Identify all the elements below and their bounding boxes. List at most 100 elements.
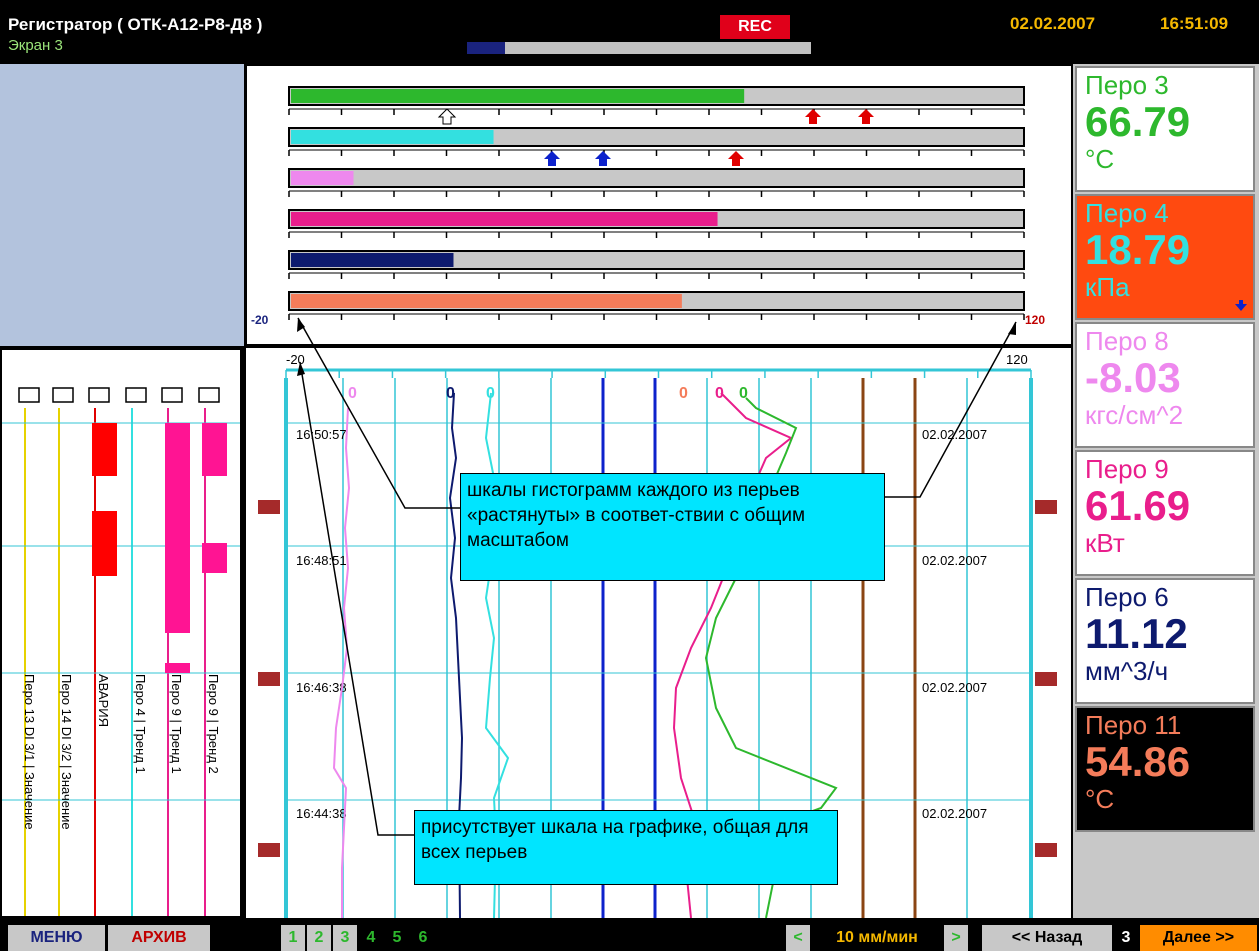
histogram-svg: -20 120: [251, 86, 1045, 327]
pen-name: Перо 8: [1085, 326, 1169, 356]
pen-marker: 0: [348, 385, 357, 402]
pen-name: Перо 9: [1085, 454, 1169, 484]
event-bar: [165, 423, 190, 633]
histogram-bar-fill: [291, 294, 682, 308]
pen-name: Перо 6: [1085, 582, 1169, 612]
pen-value: 18.79: [1085, 226, 1191, 273]
event-panel: Перо 13 DI 3/1 | Значение Перо 14 DI 3/2…: [0, 348, 244, 918]
pen-name: Перо 3: [1085, 70, 1169, 100]
speed-display: 10 мм/мин: [812, 925, 942, 951]
arrow-up-icon: [437, 108, 457, 125]
screen-button-3[interactable]: 3: [333, 925, 357, 951]
pen-value: 54.86: [1085, 738, 1191, 785]
row-marker: [258, 672, 280, 686]
screen-button-6[interactable]: 6: [411, 925, 435, 951]
trend-line-pen8: [332, 407, 351, 918]
pen-value: 61.69: [1085, 482, 1191, 529]
arrow-down-icon: [1235, 300, 1247, 311]
pen-unit: °C: [1085, 144, 1115, 174]
channel-label: Перо 9 | Тренд 2: [206, 674, 221, 774]
channel-label: Перо 13 DI 3/1 | Значение: [22, 674, 37, 830]
archive-progress-fill: [467, 42, 505, 54]
channel-label: Перо 4 | Тренд 1: [133, 674, 148, 774]
screen-button-5[interactable]: 5: [385, 925, 409, 951]
pen-value: 11.12: [1085, 610, 1188, 657]
pen-unit: кПа: [1085, 272, 1130, 302]
screen-button-4[interactable]: 4: [359, 925, 383, 951]
arrow-up-icon: [544, 151, 560, 166]
current-time: 16:51:09: [1160, 14, 1229, 33]
row-marker: [1035, 843, 1057, 857]
row-time: 16:50:57: [296, 427, 347, 442]
screen-button-1[interactable]: 1: [281, 925, 305, 951]
chart-scale-min: -20: [286, 352, 305, 367]
pen-panel[interactable]: Перо 11 54.86 °C: [1075, 706, 1255, 832]
row-date: 02.02.2007: [922, 553, 987, 568]
row-marker: [258, 500, 280, 514]
archive-progress-bar: [467, 42, 811, 54]
arrow-up-icon: [728, 151, 744, 166]
row-date: 02.02.2007: [922, 427, 987, 442]
channel-checkbox[interactable]: [198, 387, 220, 403]
channel-checkbox[interactable]: [88, 387, 110, 403]
screen-button-2[interactable]: 2: [307, 925, 331, 951]
speed-increase-button[interactable]: >: [944, 925, 968, 951]
archive-button[interactable]: АРХИВ: [108, 925, 210, 951]
rec-indicator: REC: [720, 15, 790, 39]
histogram-scale-min: -20: [251, 313, 269, 327]
pen-panel[interactable]: Перо 3 66.79 °C: [1075, 66, 1255, 192]
page-number: 3: [1114, 925, 1138, 951]
chart-scale-max: 120: [1006, 352, 1028, 367]
pen-panel[interactable]: Перо 4 18.79 кПа: [1075, 194, 1255, 320]
back-button[interactable]: << Назад: [982, 925, 1112, 951]
row-marker: [258, 843, 280, 857]
menu-button[interactable]: МЕНЮ: [8, 925, 105, 951]
pen-value: 66.79: [1085, 98, 1191, 145]
row-marker: [1035, 672, 1057, 686]
arrow-up-icon: [858, 109, 874, 124]
pen-panel[interactable]: Перо 6 11.12 мм^3/ч: [1075, 578, 1255, 704]
histogram-bar-fill: [291, 89, 745, 103]
event-bar: [92, 423, 117, 476]
pen-panel-list: Перо 3 66.79 °C Перо 4 18.79 кПа Перо 8 …: [1073, 64, 1259, 918]
channel-checkbox[interactable]: [125, 387, 147, 403]
event-bar: [92, 511, 117, 576]
pen-unit: кВт: [1085, 528, 1125, 558]
channel-checkbox[interactable]: [18, 387, 40, 403]
pen-name: Перо 4: [1085, 198, 1169, 228]
arrow-up-icon: [805, 109, 821, 124]
next-button[interactable]: Далее >>: [1140, 925, 1257, 951]
pen-unit: °C: [1085, 784, 1115, 814]
histogram-bar-fill: [291, 130, 494, 144]
row-date: 02.02.2007: [922, 806, 987, 821]
event-svg: [2, 350, 240, 916]
app-title: Регистратор ( ОТК-А12-Р8-Д8 ): [8, 15, 263, 34]
channel-checkbox[interactable]: [52, 387, 74, 403]
histogram-bar-fill: [291, 171, 354, 185]
empty-panel: [0, 64, 244, 346]
event-bar: [165, 663, 190, 673]
pen-name: Перо 11: [1085, 710, 1182, 740]
annotation-scales-note: шкалы гистограмм каждого из перьев «раст…: [460, 473, 885, 581]
row-date: 02.02.2007: [922, 680, 987, 695]
pen-unit: кгс/см^2: [1085, 400, 1184, 430]
pen-marker: 0: [679, 385, 688, 402]
event-bar: [202, 423, 227, 476]
histogram-bar-fill: [291, 253, 454, 267]
histogram-scale-max: 120: [1025, 313, 1045, 327]
arrow-up-icon: [595, 151, 611, 166]
speed-decrease-button[interactable]: <: [786, 925, 810, 951]
pen-value: -8.03: [1085, 354, 1181, 401]
row-time: 16:44:38: [296, 806, 347, 821]
channel-label: Перо 9 | Тренд 1: [169, 674, 184, 774]
histogram-bar-track: [288, 168, 1025, 188]
pen-panel[interactable]: Перо 9 61.69 кВт: [1075, 450, 1255, 576]
pen-panel[interactable]: Перо 8 -8.03 кгс/см^2: [1075, 322, 1255, 448]
channel-checkbox[interactable]: [161, 387, 183, 403]
row-time: 16:46:38: [296, 680, 347, 695]
event-bar: [202, 543, 227, 573]
histogram-bar-fill: [291, 212, 718, 226]
histogram-panel: -20 120: [247, 66, 1071, 344]
channel-label: АВАРИЯ: [96, 674, 111, 727]
current-date: 02.02.2007: [1010, 14, 1096, 33]
